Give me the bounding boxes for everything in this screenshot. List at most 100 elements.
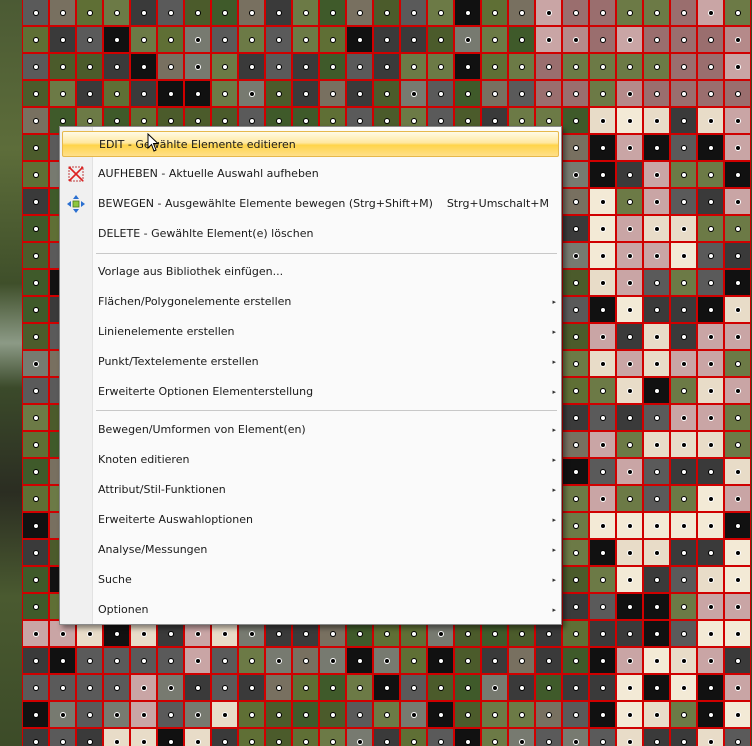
raster-cell[interactable] (22, 134, 49, 161)
raster-cell[interactable] (211, 701, 238, 728)
raster-cell[interactable] (535, 80, 562, 107)
raster-cell[interactable] (481, 80, 508, 107)
raster-cell[interactable] (589, 107, 616, 134)
raster-cell[interactable] (22, 485, 49, 512)
raster-cell[interactable] (562, 458, 589, 485)
menu-item-aufheben[interactable]: AUFHEBEN - Aktuelle Auswahl aufheben (62, 161, 559, 187)
raster-cell[interactable] (589, 161, 616, 188)
raster-cell[interactable] (508, 80, 535, 107)
raster-cell[interactable] (670, 350, 697, 377)
raster-cell[interactable] (589, 242, 616, 269)
raster-cell[interactable] (616, 647, 643, 674)
raster-cell[interactable] (697, 26, 724, 53)
raster-cell[interactable] (319, 80, 346, 107)
raster-cell[interactable] (616, 458, 643, 485)
raster-cell[interactable] (76, 647, 103, 674)
raster-cell[interactable] (643, 188, 670, 215)
raster-cell[interactable] (49, 80, 76, 107)
raster-cell[interactable] (697, 485, 724, 512)
raster-cell[interactable] (454, 0, 481, 26)
raster-cell[interactable] (373, 674, 400, 701)
raster-cell[interactable] (22, 53, 49, 80)
raster-cell[interactable] (643, 431, 670, 458)
raster-cell[interactable] (292, 80, 319, 107)
raster-cell[interactable] (643, 242, 670, 269)
raster-cell[interactable] (211, 53, 238, 80)
raster-cell[interactable] (697, 728, 724, 746)
raster-cell[interactable] (49, 26, 76, 53)
raster-cell[interactable] (562, 377, 589, 404)
raster-cell[interactable] (589, 269, 616, 296)
raster-cell[interactable] (589, 215, 616, 242)
raster-cell[interactable] (562, 566, 589, 593)
raster-cell[interactable] (22, 215, 49, 242)
raster-cell[interactable] (724, 269, 751, 296)
raster-cell[interactable] (211, 728, 238, 746)
raster-cell[interactable] (265, 701, 292, 728)
raster-cell[interactable] (346, 728, 373, 746)
raster-cell[interactable] (562, 215, 589, 242)
raster-cell[interactable] (22, 701, 49, 728)
raster-cell[interactable] (292, 674, 319, 701)
raster-cell[interactable] (697, 134, 724, 161)
raster-cell[interactable] (400, 728, 427, 746)
raster-cell[interactable] (670, 296, 697, 323)
raster-cell[interactable] (22, 458, 49, 485)
raster-cell[interactable] (670, 647, 697, 674)
raster-cell[interactable] (643, 620, 670, 647)
raster-cell[interactable] (508, 728, 535, 746)
raster-cell[interactable] (670, 242, 697, 269)
raster-cell[interactable] (508, 26, 535, 53)
raster-cell[interactable] (589, 80, 616, 107)
raster-cell[interactable] (22, 242, 49, 269)
raster-cell[interactable] (670, 269, 697, 296)
raster-cell[interactable] (76, 728, 103, 746)
raster-cell[interactable] (643, 674, 670, 701)
raster-cell[interactable] (238, 53, 265, 80)
raster-cell[interactable] (400, 26, 427, 53)
raster-cell[interactable] (724, 728, 751, 746)
raster-cell[interactable] (346, 647, 373, 674)
raster-cell[interactable] (49, 0, 76, 26)
raster-cell[interactable] (319, 674, 346, 701)
raster-cell[interactable] (508, 0, 535, 26)
raster-cell[interactable] (211, 0, 238, 26)
raster-cell[interactable] (697, 539, 724, 566)
raster-cell[interactable] (508, 701, 535, 728)
raster-cell[interactable] (670, 53, 697, 80)
raster-cell[interactable] (373, 728, 400, 746)
raster-cell[interactable] (319, 701, 346, 728)
raster-cell[interactable] (130, 728, 157, 746)
raster-cell[interactable] (643, 80, 670, 107)
raster-cell[interactable] (670, 404, 697, 431)
raster-cell[interactable] (562, 80, 589, 107)
raster-cell[interactable] (724, 134, 751, 161)
raster-cell[interactable] (589, 593, 616, 620)
raster-cell[interactable] (697, 647, 724, 674)
raster-cell[interactable] (130, 26, 157, 53)
raster-cell[interactable] (103, 674, 130, 701)
raster-cell[interactable] (643, 539, 670, 566)
raster-cell[interactable] (103, 728, 130, 746)
raster-cell[interactable] (697, 0, 724, 26)
raster-cell[interactable] (643, 161, 670, 188)
raster-cell[interactable] (454, 647, 481, 674)
raster-cell[interactable] (22, 107, 49, 134)
raster-cell[interactable] (103, 53, 130, 80)
raster-cell[interactable] (562, 674, 589, 701)
raster-cell[interactable] (589, 350, 616, 377)
raster-cell[interactable] (589, 701, 616, 728)
raster-cell[interactable] (616, 107, 643, 134)
raster-cell[interactable] (697, 512, 724, 539)
raster-cell[interactable] (157, 647, 184, 674)
raster-cell[interactable] (130, 80, 157, 107)
raster-cell[interactable] (427, 80, 454, 107)
raster-cell[interactable] (616, 377, 643, 404)
raster-cell[interactable] (697, 674, 724, 701)
raster-cell[interactable] (400, 701, 427, 728)
raster-cell[interactable] (643, 593, 670, 620)
raster-cell[interactable] (562, 269, 589, 296)
raster-cell[interactable] (562, 134, 589, 161)
raster-cell[interactable] (643, 26, 670, 53)
raster-cell[interactable] (427, 674, 454, 701)
